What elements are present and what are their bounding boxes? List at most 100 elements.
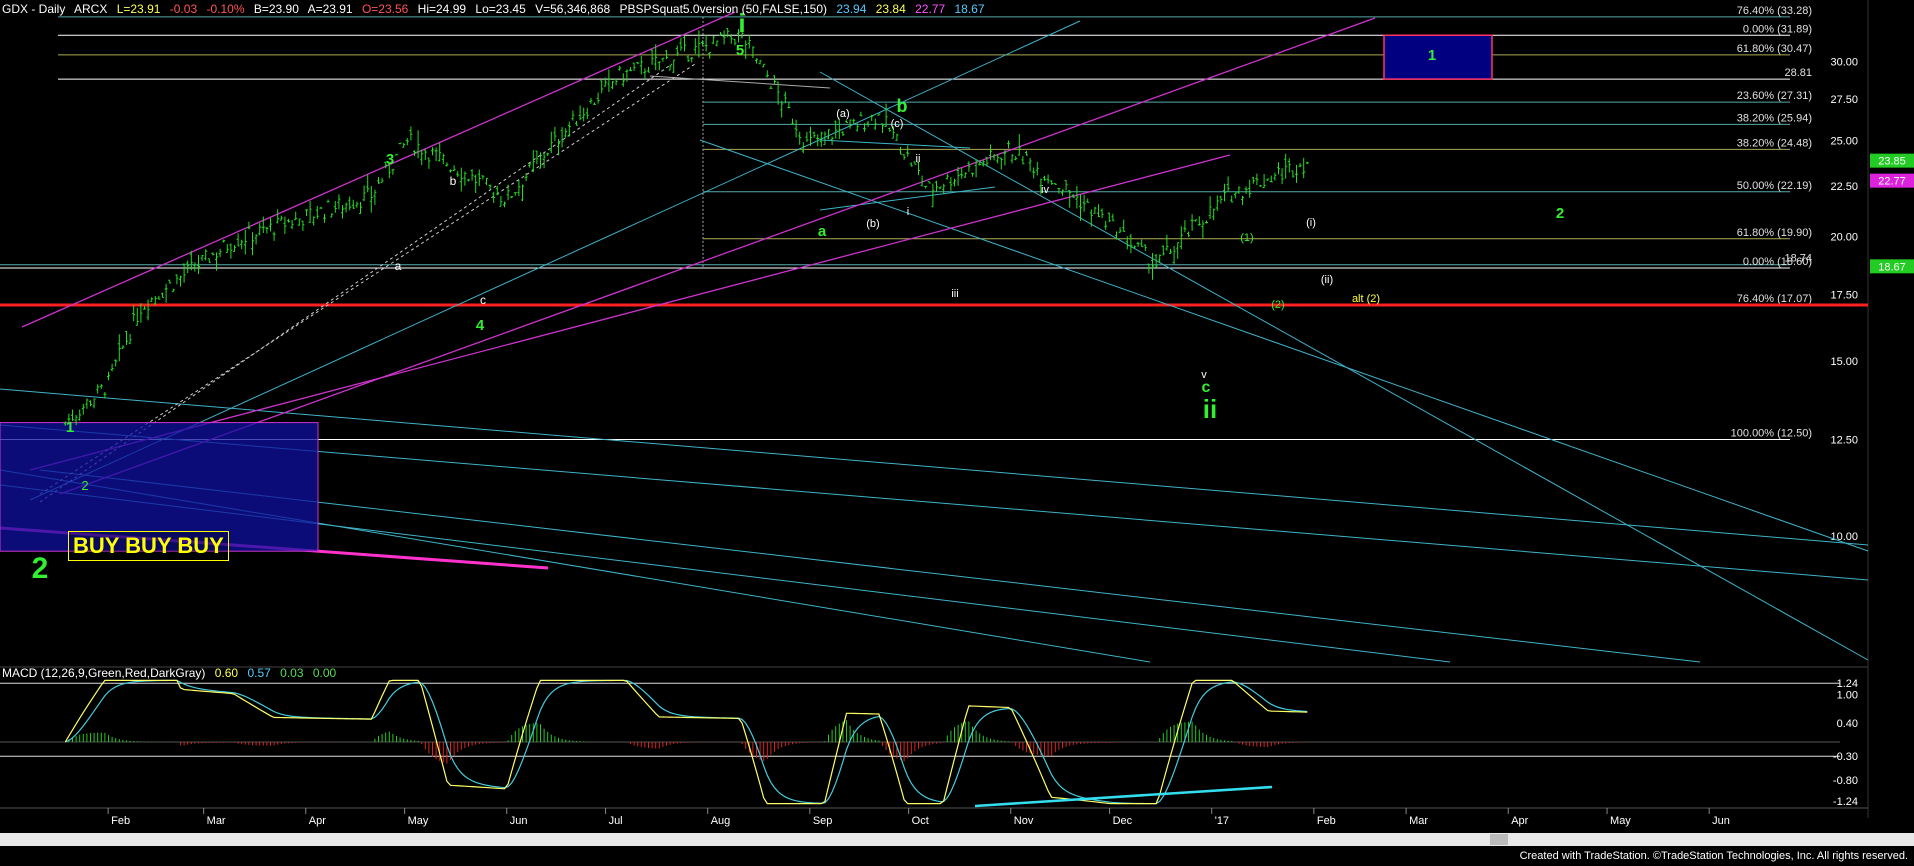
chart-header: GDX - Daily ARCX L=23.91 -0.03 -0.10% B=… bbox=[2, 2, 991, 16]
y-tick-label: 25.00 bbox=[1830, 135, 1858, 147]
scrollbar-thumb[interactable] bbox=[1490, 834, 1508, 845]
wave-label: (b) bbox=[866, 218, 879, 230]
macd-zero-value: 0.00 bbox=[312, 666, 337, 680]
wave-label: b bbox=[450, 174, 457, 188]
bid-value: B=23.90 bbox=[253, 2, 299, 16]
open-value: O=23.56 bbox=[361, 2, 409, 16]
wave-label: 5 bbox=[736, 42, 744, 59]
fib-level-label: 61.80% (19.90) bbox=[1737, 227, 1812, 239]
x-tick-label: Jun bbox=[510, 815, 528, 827]
change-pct: -0.10% bbox=[206, 2, 245, 16]
wave-label: (c) bbox=[891, 118, 904, 130]
wave-label: 4 bbox=[476, 317, 485, 334]
wave-label: iv bbox=[1041, 184, 1049, 196]
price-tag-label: 18.67 bbox=[1878, 261, 1906, 273]
wave-label: iii bbox=[951, 288, 958, 300]
x-tick-label: '17 bbox=[1215, 815, 1229, 827]
channel-line bbox=[699, 139, 1869, 552]
fib-level-label: 100.00% (12.50) bbox=[1731, 428, 1812, 440]
volume-value: V=56,346,868 bbox=[535, 2, 611, 16]
high-value: Hi=24.99 bbox=[417, 2, 467, 16]
wave-label: (ii) bbox=[1321, 274, 1333, 286]
channel-line bbox=[819, 71, 1869, 661]
macd-tick-label: -0.30 bbox=[1833, 751, 1858, 763]
price-tag-label: 22.77 bbox=[1878, 176, 1906, 188]
fib-level-label: 23.60% (27.31) bbox=[1737, 90, 1812, 102]
y-tick-label: 15.00 bbox=[1830, 356, 1858, 368]
study-value-2: 23.84 bbox=[875, 2, 906, 16]
x-tick-label: Apr bbox=[309, 815, 326, 827]
x-tick-label: Apr bbox=[1511, 815, 1528, 827]
change-value: -0.03 bbox=[169, 2, 198, 16]
fib-level-label: 38.20% (24.48) bbox=[1737, 137, 1812, 149]
fib-level-label: 28.81 bbox=[1784, 67, 1812, 79]
study-value-3: 22.77 bbox=[915, 2, 946, 16]
study-value-4: 18.67 bbox=[954, 2, 985, 16]
wave-label: 3 bbox=[386, 151, 394, 168]
x-tick-label: May bbox=[408, 815, 429, 827]
wave-label: (i) bbox=[1306, 217, 1316, 229]
fib-level-label: 0.00% (18.60) bbox=[1743, 256, 1812, 268]
buy-label: BUY BUY BUY bbox=[68, 531, 229, 561]
wave-label: 2 bbox=[32, 552, 49, 585]
x-tick-label: Sep bbox=[813, 815, 833, 827]
x-tick-label: Dec bbox=[1113, 815, 1133, 827]
macd-diff-value: 0.03 bbox=[280, 666, 304, 680]
price-chart: 76.40% (33.28) 0.00% (31.89) 61.80% (30.47… bbox=[0, 0, 1914, 846]
wave-label: b bbox=[897, 96, 908, 116]
y-tick-label: 20.00 bbox=[1830, 232, 1858, 244]
macd-tick-label: -1.24 bbox=[1833, 796, 1858, 808]
wave-label: a bbox=[395, 259, 402, 273]
wave-label: v bbox=[1201, 369, 1207, 381]
x-tick-label: Aug bbox=[711, 815, 731, 827]
macd-header: MACD (12,26,9,Green,Red,DarkGray) 0.60 0… bbox=[2, 666, 342, 680]
exchange-label: ARCX bbox=[74, 2, 108, 16]
wave-label: 1 bbox=[1428, 47, 1436, 64]
fib-level-label: 76.40% (33.28) bbox=[1737, 5, 1812, 17]
x-tick-label: Jul bbox=[609, 815, 623, 827]
channel-line-magenta bbox=[21, 11, 736, 328]
y-tick-label: 17.50 bbox=[1830, 289, 1858, 301]
wave-label: a bbox=[818, 223, 827, 240]
study-label: PBSPSquat5.0version (50,FALSE,150) bbox=[619, 2, 828, 16]
footer-credit: Created with TradeStation. ©TradeStation… bbox=[1519, 850, 1908, 862]
wave-label: (a) bbox=[836, 108, 849, 120]
wave-label: (2) bbox=[1271, 299, 1284, 311]
macd-tick-label: 1.00 bbox=[1837, 690, 1858, 702]
y-tick-label: 27.50 bbox=[1830, 94, 1858, 106]
x-tick-label: Mar bbox=[207, 815, 226, 827]
y-tick-label: 22.50 bbox=[1830, 181, 1858, 193]
macd-tick-label: 0.40 bbox=[1837, 718, 1858, 730]
fib-level-label: 0.00% (31.89) bbox=[1743, 23, 1812, 35]
fib-level-label: 50.00% (22.19) bbox=[1737, 180, 1812, 192]
wave-label: i bbox=[907, 206, 909, 218]
x-tick-label: Oct bbox=[912, 815, 929, 827]
peak-line bbox=[649, 75, 831, 89]
chart-window: 76.40% (33.28) 0.00% (31.89) 61.80% (30.47… bbox=[0, 0, 1914, 866]
wave-label: c bbox=[480, 293, 486, 307]
wave-label: 2 bbox=[1556, 205, 1564, 222]
macd-tick-label: -0.80 bbox=[1833, 775, 1858, 787]
x-tick-label: Nov bbox=[1014, 815, 1034, 827]
x-tick-label: Jun bbox=[1712, 815, 1730, 827]
wave-label: 1 bbox=[66, 419, 74, 436]
wave-label: alt (2) bbox=[1352, 293, 1380, 305]
study-value-1: 23.94 bbox=[836, 2, 867, 16]
macd-label: MACD (12,26,9,Green,Red,DarkGray) bbox=[2, 666, 206, 680]
wave-label: ii bbox=[916, 153, 921, 165]
wave-label: ii bbox=[1203, 394, 1217, 424]
x-tick-label: Feb bbox=[1317, 815, 1336, 827]
y-tick-label: 10.00 bbox=[1830, 531, 1858, 543]
last-price: L=23.91 bbox=[116, 2, 161, 16]
y-tick-label: 30.00 bbox=[1830, 57, 1858, 69]
macd-value: 0.60 bbox=[214, 666, 239, 680]
target-box bbox=[1383, 34, 1493, 80]
fib-level-label: 38.20% (25.94) bbox=[1737, 112, 1812, 124]
macd-tick-label: 1.24 bbox=[1837, 678, 1858, 690]
y-tick-label: 12.50 bbox=[1830, 435, 1858, 447]
wave-label: 2 bbox=[81, 478, 88, 493]
price-tag-label: 23.85 bbox=[1878, 156, 1906, 168]
fib-level-label: 76.40% (17.07) bbox=[1737, 293, 1812, 305]
fib-level-label: 61.80% (30.47) bbox=[1737, 43, 1812, 55]
scrollbar-track[interactable] bbox=[0, 833, 1914, 846]
